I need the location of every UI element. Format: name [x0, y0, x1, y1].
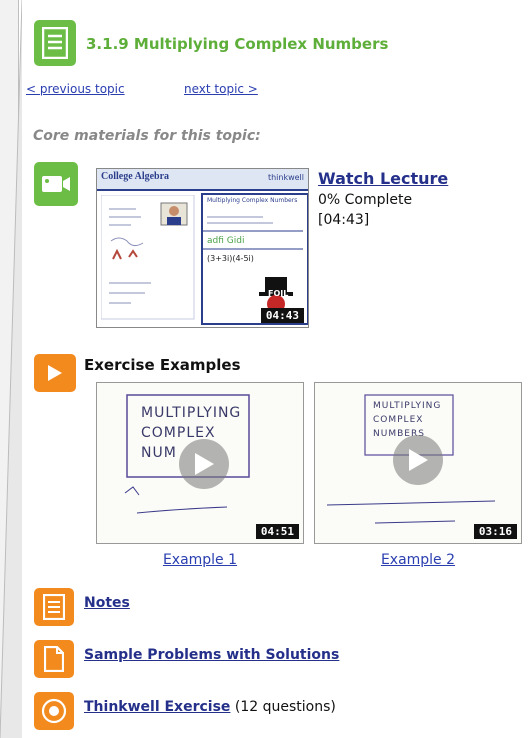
example-1-board-line-1: MULTIPLYING [141, 405, 242, 421]
sample-problems-icon [34, 640, 74, 678]
lecture-icon [34, 162, 78, 206]
lecture-thumb-brand: thinkwell [267, 173, 304, 182]
page-icon [44, 646, 64, 672]
document-icon [42, 27, 68, 59]
document-icon [43, 594, 65, 620]
lecture-duration: [04:43] [318, 212, 370, 228]
example-2-thumbnail[interactable]: MULTIPLYING COMPLEX NUMBERS 03:16 [314, 382, 522, 544]
lecture-thumbnail[interactable]: College Algebra thinkwell Multiplying Co… [96, 168, 309, 328]
lecture-thumb-slide-sketch: adfi Gidi (3+3i)(4-5i) [203, 216, 303, 321]
core-materials-heading: Core materials for this topic: [33, 128, 261, 144]
example-1-play-button[interactable] [179, 439, 229, 489]
exercise-examples-icon [34, 354, 76, 392]
sample-problems-link[interactable]: Sample Problems with Solutions [84, 647, 339, 663]
svg-text:(3+3i)(4-5i): (3+3i)(4-5i) [207, 254, 254, 263]
play-icon [409, 449, 428, 471]
svg-text:adfi Gidi: adfi Gidi [207, 236, 244, 246]
thinkwell-exercise-row: Thinkwell Exercise (12 questions) [84, 699, 336, 715]
thinkwell-exercise-icon [34, 692, 74, 730]
example-2-board-line-2: COMPLEX [373, 415, 424, 425]
lecture-thumb-sketch [101, 195, 195, 320]
example-1-duration: 04:51 [255, 524, 299, 539]
target-icon [41, 698, 67, 724]
play-icon [195, 453, 214, 475]
lecture-thumb-slide-title: Multiplying Complex Numbers [207, 197, 298, 204]
example-2-board-line-1: MULTIPLYING [373, 401, 442, 411]
example-1-link[interactable]: Example 1 [150, 552, 250, 568]
video-camera-icon [42, 176, 70, 192]
example-2-duration: 03:16 [473, 524, 517, 539]
play-icon [48, 365, 62, 381]
example-2-link[interactable]: Example 2 [368, 552, 468, 568]
page-curl-decoration [0, 0, 22, 738]
watch-lecture-link[interactable]: Watch Lecture [318, 169, 448, 188]
exercise-examples-heading: Exercise Examples [84, 356, 241, 374]
example-1-board-line-3: NUM [141, 445, 177, 461]
lecture-thumb-course: College Algebra [101, 171, 170, 182]
topic-title: 3.1.9 Multiplying Complex Numbers [86, 35, 389, 53]
lecture-thumb-duration: 04:43 [260, 308, 304, 323]
example-1-thumbnail[interactable]: MULTIPLYING COMPLEX NUM 04:51 [96, 382, 304, 544]
previous-topic-link[interactable]: < previous topic [26, 82, 125, 96]
thinkwell-exercise-link[interactable]: Thinkwell Exercise [84, 699, 230, 715]
notes-link[interactable]: Notes [84, 595, 130, 611]
topic-icon [34, 20, 76, 66]
lecture-thumb-foil-badge: FOIL [268, 289, 289, 298]
example-2-play-button[interactable] [393, 435, 443, 485]
lecture-progress: 0% Complete [318, 192, 413, 208]
next-topic-link[interactable]: next topic > [184, 82, 258, 96]
notes-icon [34, 588, 74, 626]
thinkwell-exercise-count: (12 questions) [234, 699, 336, 715]
